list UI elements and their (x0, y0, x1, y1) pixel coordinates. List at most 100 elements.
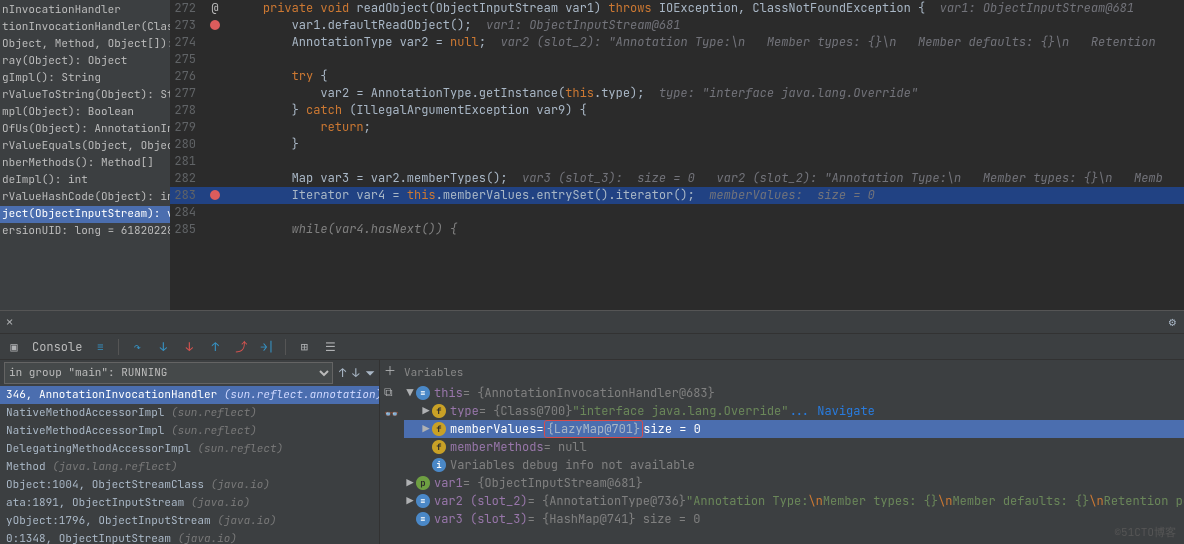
gutter[interactable] (200, 153, 230, 170)
code-line[interactable]: 277 var2 = AnnotationType.getInstance(th… (170, 85, 1184, 102)
code-line[interactable]: 285 while(var4.hasNext()) { (170, 221, 1184, 238)
gutter[interactable]: @ (200, 0, 230, 17)
structure-item[interactable]: gImpl(): String (0, 70, 170, 87)
code-line[interactable]: 282 Map var3 = var2.memberTypes(); var3 … (170, 170, 1184, 187)
variables-tree[interactable]: Variables ▼ ≡ this = {AnnotationInvocati… (404, 360, 1184, 544)
console-tab[interactable]: Console (32, 339, 82, 355)
variables-header: Variables (404, 364, 1184, 384)
line-number[interactable]: 280 (170, 136, 200, 153)
structure-item[interactable]: Object, Method, Object[]): Ob (0, 36, 170, 53)
stack-frame[interactable]: ata:1891, ObjectInputStream (java.io) (0, 494, 379, 512)
step-over-icon[interactable]: ↷ (129, 339, 145, 355)
line-number[interactable]: 278 (170, 102, 200, 119)
code-line[interactable]: 274 AnnotationType var2 = null; var2 (sl… (170, 34, 1184, 51)
structure-item[interactable]: rValueHashCode(Object): int (0, 189, 170, 206)
filter-icon[interactable]: ⏷ (365, 365, 375, 381)
gutter[interactable] (200, 85, 230, 102)
step-into-icon[interactable]: ↓ (155, 339, 171, 355)
stack-frame[interactable]: 346, AnnotationInvocationHandler (sun.re… (0, 386, 379, 404)
close-icon[interactable]: ✕ (6, 314, 13, 330)
line-number[interactable]: 275 (170, 51, 200, 68)
structure-item[interactable]: ray(Object): Object (0, 53, 170, 70)
threads-icon[interactable]: ≡ (92, 339, 108, 355)
new-watch-icon[interactable]: ＋ (384, 362, 400, 378)
line-number[interactable]: 274 (170, 34, 200, 51)
debugger-tab-icon[interactable]: ▣ (6, 339, 22, 355)
expand-icon[interactable]: ▶ (420, 403, 432, 419)
code-line[interactable]: 272@ private void readObject(ObjectInput… (170, 0, 1184, 17)
structure-item[interactable]: rValueEquals(Object, Object) (0, 138, 170, 155)
gutter[interactable] (200, 221, 230, 238)
code-line[interactable]: 284 (170, 204, 1184, 221)
structure-item[interactable]: ject(ObjectInputStream): void (0, 206, 170, 223)
gutter[interactable] (200, 136, 230, 153)
line-number[interactable]: 285 (170, 221, 200, 238)
copy-icon[interactable]: ⧉ (384, 384, 400, 400)
step-out-icon[interactable]: ↑ (207, 339, 223, 355)
trace-icon[interactable]: ☰ (322, 339, 338, 355)
gutter[interactable] (200, 204, 230, 221)
gutter[interactable] (200, 102, 230, 119)
structure-item[interactable]: rValueToString(Object): String (0, 87, 170, 104)
line-number[interactable]: 283 (170, 187, 200, 204)
structure-item[interactable]: nberMethods(): Method[] (0, 155, 170, 172)
stack-frame[interactable]: DelegatingMethodAccessorImpl (sun.reflec… (0, 440, 379, 458)
line-number[interactable]: 277 (170, 85, 200, 102)
structure-item[interactable]: mpl(Object): Boolean (0, 104, 170, 121)
gutter[interactable] (200, 119, 230, 136)
line-number[interactable]: 284 (170, 204, 200, 221)
var-name: memberMethods (450, 439, 544, 455)
gutter[interactable] (200, 187, 230, 204)
line-number[interactable]: 279 (170, 119, 200, 136)
line-number[interactable]: 282 (170, 170, 200, 187)
stack-frame[interactable]: yObject:1796, ObjectInputStream (java.io… (0, 512, 379, 530)
structure-item[interactable]: tionInvocationHandler(Class< (0, 19, 170, 36)
structure-panel[interactable]: nInvocationHandlertionInvocationHandler(… (0, 0, 170, 310)
code-line[interactable]: 273 var1.defaultReadObject(); var1: Obje… (170, 17, 1184, 34)
drop-frame-icon[interactable]: ⤴ (233, 339, 249, 355)
glasses-icon[interactable]: 👓 (384, 406, 400, 422)
thread-selector[interactable]: in group "main": RUNNING (4, 362, 333, 384)
breakpoint-icon[interactable] (210, 20, 220, 30)
force-step-into-icon[interactable]: ↓ (181, 339, 197, 355)
evaluate-icon[interactable]: ⊞ (296, 339, 312, 355)
code-line[interactable]: 281 (170, 153, 1184, 170)
gutter[interactable] (200, 68, 230, 85)
code-line[interactable]: 279 return; (170, 119, 1184, 136)
next-frame-icon[interactable]: ↓ (352, 365, 359, 381)
stack-frame[interactable]: NativeMethodAccessorImpl (sun.reflect) (0, 422, 379, 440)
structure-item[interactable]: deImpl(): int (0, 172, 170, 189)
structure-item[interactable]: OfUs(Object): AnnotationInvoc (0, 121, 170, 138)
line-number[interactable]: 272 (170, 0, 200, 17)
code-editor[interactable]: 272@ private void readObject(ObjectInput… (170, 0, 1184, 310)
navigate-link[interactable]: ... Navigate (788, 403, 874, 419)
stack-frame[interactable]: NativeMethodAccessorImpl (sun.reflect) (0, 404, 379, 422)
breakpoint-icon[interactable] (210, 190, 220, 200)
stack-frame[interactable]: Method (java.lang.reflect) (0, 458, 379, 476)
stack-frame[interactable]: 0:1348, ObjectInputStream (java.io) (0, 530, 379, 544)
expand-icon[interactable]: ▶ (404, 493, 416, 509)
code-line[interactable]: 280 } (170, 136, 1184, 153)
gutter[interactable] (200, 51, 230, 68)
gutter[interactable] (200, 170, 230, 187)
code-line[interactable]: 276 try { (170, 68, 1184, 85)
expand-icon[interactable]: ▼ (404, 385, 416, 401)
expand-icon[interactable]: ▶ (404, 475, 416, 491)
structure-item[interactable]: ersionUID: long = 618202288 (0, 223, 170, 240)
line-number[interactable]: 273 (170, 17, 200, 34)
line-number[interactable]: 276 (170, 68, 200, 85)
prev-frame-icon[interactable]: ↑ (339, 365, 346, 381)
expand-icon[interactable]: ▶ (420, 421, 432, 437)
code-line[interactable]: 278 } catch (IllegalArgumentException va… (170, 102, 1184, 119)
gear-icon[interactable]: ⚙ (1169, 314, 1176, 330)
run-to-cursor-icon[interactable]: →| (259, 339, 275, 355)
stack-frame[interactable]: Object:1004, ObjectStreamClass (java.io) (0, 476, 379, 494)
gutter[interactable] (200, 34, 230, 51)
gutter[interactable] (200, 17, 230, 34)
code-line[interactable]: 275 (170, 51, 1184, 68)
frames-list[interactable]: 346, AnnotationInvocationHandler (sun.re… (0, 386, 379, 544)
selected-variable[interactable]: ▶ f memberValues = {LazyMap@701} size = … (404, 420, 1184, 438)
line-number[interactable]: 281 (170, 153, 200, 170)
code-line[interactable]: 283 Iterator var4 = this.memberValues.en… (170, 187, 1184, 204)
structure-item[interactable]: nInvocationHandler (0, 2, 170, 19)
